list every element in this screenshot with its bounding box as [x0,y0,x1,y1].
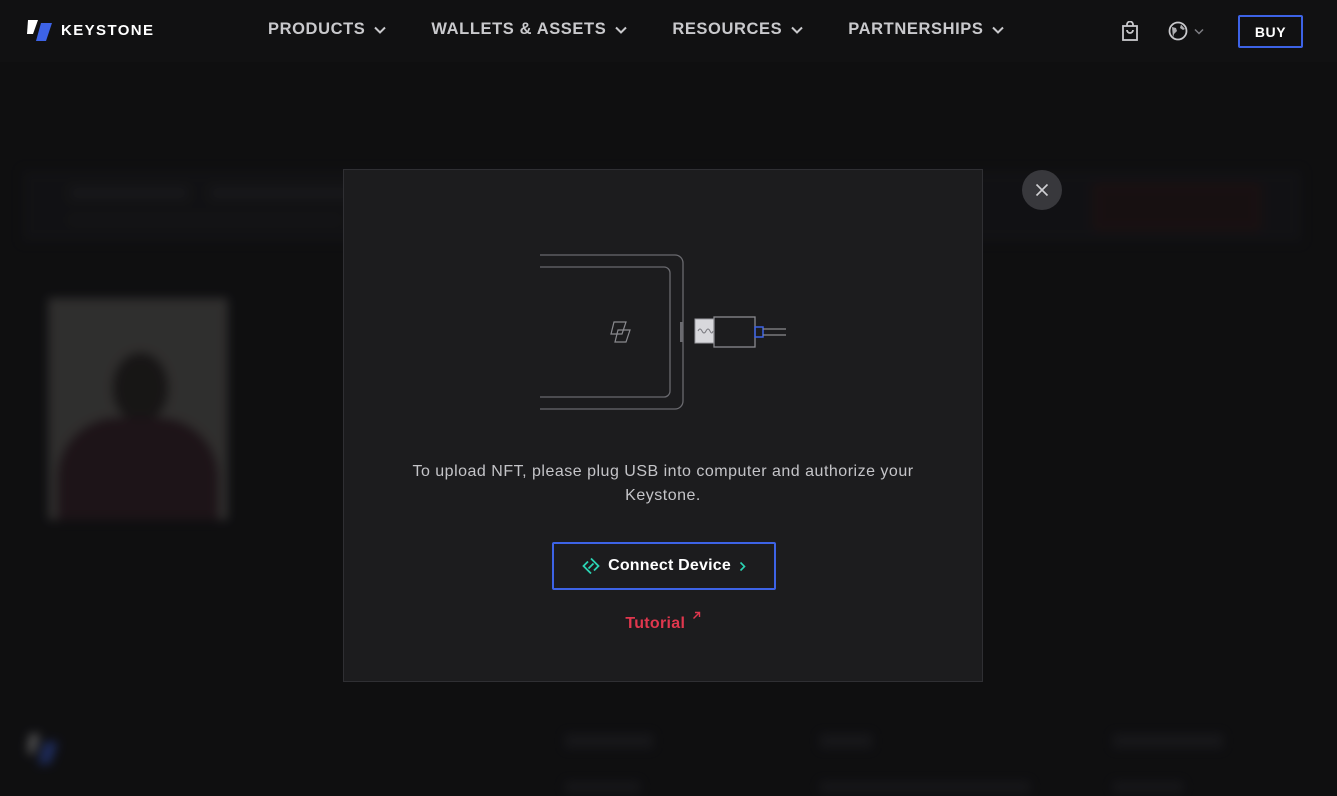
nav-partnerships[interactable]: PARTNERSHIPS [848,20,1005,39]
cart-button[interactable] [1121,20,1139,46]
tutorial-label: Tutorial [625,615,686,632]
external-link-arrow-icon [692,611,700,619]
nav-wallets-assets[interactable]: WALLETS & ASSETS [431,20,628,39]
buy-button[interactable]: BUY [1238,15,1303,48]
tutorial-link[interactable]: Tutorial [344,611,982,633]
chevron-down-icon [791,26,803,34]
nav-products-label: PRODUCTS [268,20,366,38]
brand-name: KEYSTONE [61,22,155,39]
nav-resources[interactable]: RESOURCES [672,20,803,39]
chevron-down-icon [1194,28,1204,35]
close-icon [1035,183,1049,197]
chevron-down-icon [374,26,387,34]
nav-wallets-assets-label: WALLETS & ASSETS [431,20,607,38]
main-nav: PRODUCTS WALLETS & ASSETS RESOURCES PART… [268,20,1049,39]
shopping-bag-icon [1122,20,1138,41]
connect-device-button[interactable]: Connect Device [552,542,776,590]
upload-nft-modal: To upload NFT, please plug USB into comp… [343,169,983,682]
nav-resources-label: RESOURCES [672,20,783,38]
nav-partnerships-label: PARTNERSHIPS [848,20,984,38]
upload-instructions: To upload NFT, please plug USB into comp… [412,463,914,504]
globe-icon [1168,21,1188,41]
nav-products[interactable]: PRODUCTS [268,20,387,39]
top-navigation: KEYSTONE PRODUCTS WALLETS & ASSETS RESOU… [0,0,1337,62]
keystone-logo-icon [27,20,52,41]
chevron-right-icon [739,561,746,571]
chevron-down-icon [615,26,628,34]
close-modal-button[interactable] [1022,170,1062,210]
chevron-down-icon [992,26,1005,34]
brand-logo[interactable]: KEYSTONE [27,20,154,41]
link-icon [582,557,600,575]
device-usb-illustration-icon [540,254,786,410]
connect-device-label: Connect Device [608,557,731,574]
language-selector[interactable] [1168,21,1204,41]
